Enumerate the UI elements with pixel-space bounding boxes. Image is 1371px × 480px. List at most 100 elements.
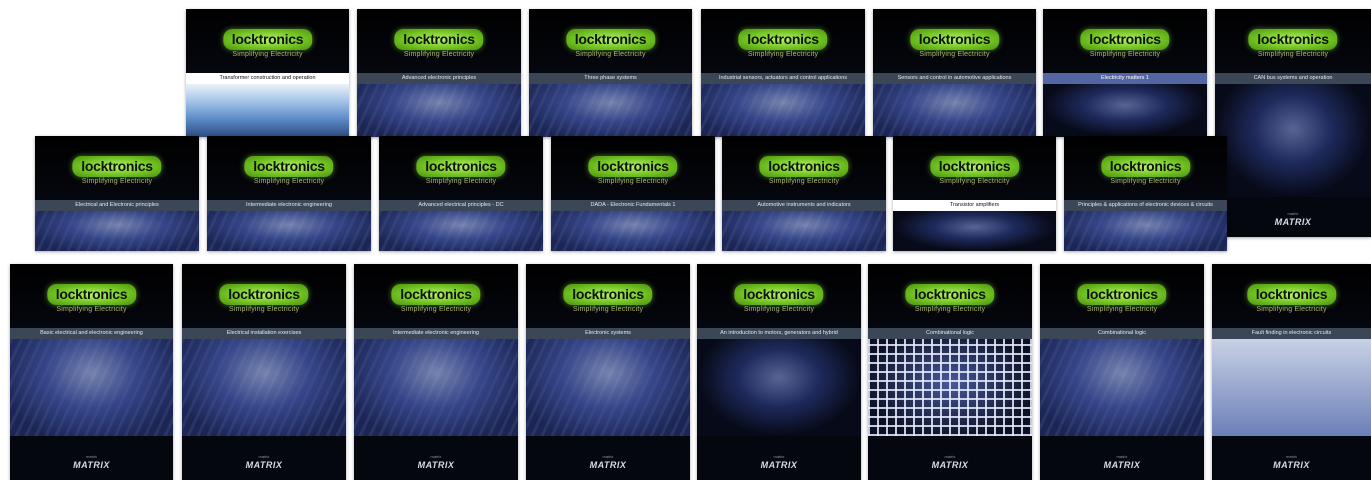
tagline: Simplifying Electricity: [232, 51, 303, 58]
book-cover-r2-6[interactable]: locktronics Simplifying Electricity Tran…: [893, 136, 1056, 251]
tagline: Simplifying Electricity: [403, 51, 475, 58]
cover-photo: [893, 211, 1056, 251]
cover-title: Electronic systems: [526, 328, 690, 339]
matrix-logo: MATRIX: [931, 460, 969, 470]
matrix-logo: MATRIX: [1274, 217, 1312, 227]
book-cover-r3-4[interactable]: locktronics Simplifying Electricity Elec…: [526, 264, 690, 480]
tagline: Simplifying Electricity: [914, 306, 986, 313]
book-cover-r1-2[interactable]: locktronics Simplifying Electricity Adva…: [357, 9, 521, 137]
cover-photo: [722, 211, 886, 251]
book-cover-r1-6[interactable]: locktronics Simplifying Electricity Elec…: [1043, 9, 1207, 137]
locktronics-logo: locktronics: [391, 284, 481, 305]
cover-title: Fault finding in electronic circuits: [1212, 328, 1371, 339]
tagline: Simplifying Electricity: [400, 306, 472, 313]
matrix-logo: MATRIX: [760, 460, 798, 470]
matrix-logo: MATRIX: [589, 460, 627, 470]
tagline: Simplifying Electricity: [768, 178, 840, 185]
locktronics-logo: locktronics: [416, 156, 506, 177]
cover-photo: [1212, 339, 1371, 436]
book-cover-r2-5[interactable]: locktronics Simplifying Electricity Auto…: [722, 136, 886, 251]
publisher-small-text: matrix: [773, 454, 785, 459]
book-cover-r1-3[interactable]: locktronics Simplifying Electricity Thre…: [529, 9, 692, 137]
locktronics-logo: locktronics: [759, 156, 849, 177]
cover-title: CAN bus systems and operation: [1215, 73, 1371, 84]
tagline: Simplifying Electricity: [1110, 178, 1181, 185]
cover-title: Sensors and control in automotive applic…: [873, 73, 1036, 84]
publisher-small-text: matrix: [1286, 454, 1297, 459]
locktronics-logo: locktronics: [72, 156, 162, 177]
tagline: Simplifying Electricity: [572, 306, 644, 313]
cover-photo: [697, 339, 861, 436]
tagline: Simplifying Electricity: [939, 178, 1010, 185]
cover-photo: [1064, 211, 1227, 251]
publisher-small-text: matrix: [602, 454, 614, 459]
book-cover-r1-4[interactable]: locktronics Simplifying Electricity Indu…: [701, 9, 865, 137]
tagline: Simplifying Electricity: [253, 178, 325, 185]
tagline: Simplifying Electricity: [575, 51, 646, 58]
tagline: Simplifying Electricity: [228, 306, 300, 313]
cover-photo: [873, 84, 1036, 137]
tagline: Simplifying Electricity: [919, 51, 990, 58]
locktronics-logo: locktronics: [394, 29, 484, 50]
book-cover-r3-3[interactable]: locktronics Simplifying Electricity Inte…: [354, 264, 518, 480]
book-cover-r3-5[interactable]: locktronics Simplifying Electricity An i…: [697, 264, 861, 480]
cover-title: Advanced electrical principles - DC: [379, 200, 543, 211]
publisher-small-text: matrix: [1287, 211, 1299, 216]
cover-photo: [526, 339, 690, 436]
locktronics-logo: locktronics: [738, 29, 828, 50]
book-cover-r1-7[interactable]: locktronics Simplifying Electricity CAN …: [1215, 9, 1371, 237]
cover-photo: [868, 339, 1032, 436]
matrix-logo: MATRIX: [73, 460, 110, 470]
cover-title: Principles & applications of electronic …: [1064, 200, 1227, 211]
cover-photo: [1040, 339, 1204, 436]
tagline: Simplifying Electricity: [597, 178, 669, 185]
book-cover-r1-5[interactable]: locktronics Simplifying Electricity Sens…: [873, 9, 1036, 137]
cover-title: Combinational logic: [1040, 328, 1204, 339]
book-cover-r3-7[interactable]: locktronics Simplifying Electricity Comb…: [1040, 264, 1204, 480]
cover-photo: [35, 211, 199, 251]
book-cover-r3-2[interactable]: locktronics Simplifying Electricity Elec…: [182, 264, 346, 480]
locktronics-logo: locktronics: [222, 29, 313, 50]
cover-title: Industrial sensors, actuators and contro…: [701, 73, 865, 84]
book-cover-r2-2[interactable]: locktronics Simplifying Electricity Inte…: [207, 136, 371, 251]
cover-photo: [1043, 84, 1207, 137]
book-cover-r3-1[interactable]: locktronics Simplifying Electricity Basi…: [10, 264, 173, 480]
cover-title: Transistor amplifiers: [893, 200, 1056, 211]
publisher-small-text: matrix: [430, 454, 442, 459]
locktronics-logo: locktronics: [1100, 156, 1191, 177]
cover-photo: [701, 84, 865, 137]
publisher-small-text: matrix: [1116, 454, 1128, 459]
locktronics-logo: locktronics: [588, 156, 678, 177]
publisher-small-text: matrix: [258, 454, 270, 459]
cover-title: Automotive instruments and indicators: [722, 200, 886, 211]
locktronics-logo: locktronics: [1080, 29, 1170, 50]
locktronics-logo: locktronics: [565, 29, 656, 50]
publisher-small-text: matrix: [86, 454, 97, 459]
cover-title: Electricity matters 1: [1043, 73, 1207, 84]
locktronics-logo: locktronics: [244, 156, 334, 177]
cover-title: Electrical and Electronic principles: [35, 200, 199, 211]
locktronics-logo: locktronics: [1246, 284, 1337, 305]
book-cover-r2-3[interactable]: locktronics Simplifying Electricity Adva…: [379, 136, 543, 251]
book-cover-r3-8[interactable]: locktronics Simplifying Electricity Faul…: [1212, 264, 1371, 480]
cover-title: Transformer construction and operation: [186, 73, 349, 84]
tagline: Simplifying Electricity: [743, 306, 815, 313]
cover-title: Intermediate electronic engineering: [354, 328, 518, 339]
tagline: Simplifying Electricity: [81, 178, 153, 185]
book-cover-r3-6[interactable]: locktronics Simplifying Electricity Comb…: [868, 264, 1032, 480]
book-cover-r1-1[interactable]: locktronics Simplifying Electricity Tran…: [186, 9, 349, 137]
cover-title: Combinational logic: [868, 328, 1032, 339]
locktronics-logo: locktronics: [46, 284, 137, 305]
book-cover-r2-7[interactable]: locktronics Simplifying Electricity Prin…: [1064, 136, 1227, 251]
tagline: Simplifying Electricity: [747, 51, 819, 58]
cover-title: Advanced electronic principles: [357, 73, 521, 84]
cover-photo: [1215, 84, 1371, 197]
cover-photo: [186, 84, 349, 137]
cover-photo: [379, 211, 543, 251]
cover-photo: [529, 84, 692, 137]
locktronics-logo: locktronics: [734, 284, 824, 305]
book-cover-r2-4[interactable]: locktronics Simplifying Electricity DADA…: [551, 136, 715, 251]
locktronics-logo: locktronics: [905, 284, 995, 305]
book-cover-r2-1[interactable]: locktronics Simplifying Electricity Elec…: [35, 136, 199, 251]
locktronics-logo: locktronics: [909, 29, 1000, 50]
